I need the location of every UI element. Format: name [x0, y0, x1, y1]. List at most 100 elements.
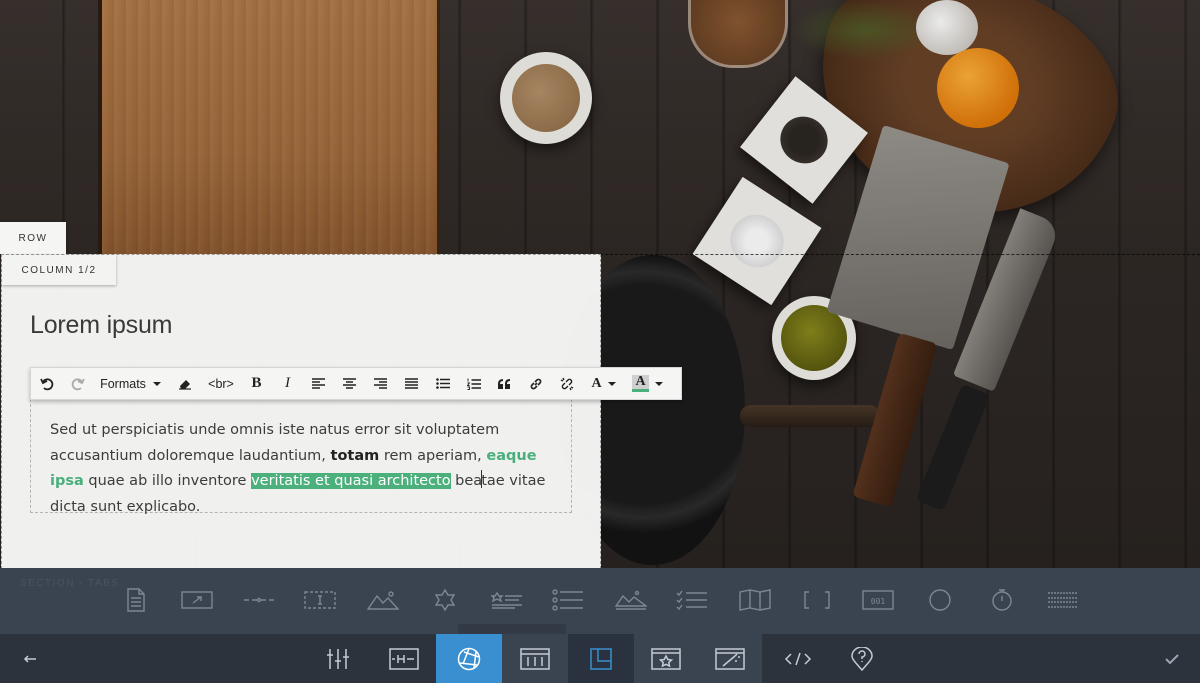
- checklist-icon: [676, 590, 707, 610]
- document-icon: [127, 588, 145, 612]
- landscape-icon: [615, 590, 647, 610]
- link-icon: [530, 378, 541, 389]
- section-label: SECTION - TABS: [20, 578, 120, 589]
- paragraph-segment: rem aperiam,: [379, 447, 487, 464]
- row-tab[interactable]: ROW: [0, 222, 66, 254]
- text-color-button[interactable]: A: [582, 368, 626, 399]
- layout-button[interactable]: [568, 634, 634, 683]
- counter-icon: 001: [862, 590, 894, 610]
- paragraph-segment: bea: [450, 473, 483, 489]
- numbered-list-icon: [466, 378, 481, 390]
- redo-button[interactable]: [62, 368, 93, 399]
- justify-button[interactable]: [396, 368, 427, 399]
- caret-down-icon: [607, 381, 616, 386]
- settings-button[interactable]: [314, 634, 362, 683]
- column-panel[interactable]: COLUMN 1/2 Lorem ipsum Sed ut perspiciat…: [1, 254, 601, 569]
- favorites-button[interactable]: [634, 634, 698, 683]
- undo-icon: [39, 377, 53, 390]
- columns-button[interactable]: [502, 634, 568, 683]
- spacer-element-button[interactable]: [303, 587, 337, 613]
- column-tab[interactable]: COLUMN 1/2: [2, 255, 116, 285]
- star-window-icon: [651, 647, 681, 670]
- header-button[interactable]: [376, 634, 432, 683]
- circle-progress-icon: [929, 589, 951, 611]
- element-picker: SECTION - TABS 001: [0, 568, 1200, 634]
- bold-button[interactable]: B: [241, 368, 272, 399]
- page-heading[interactable]: Lorem ipsum: [30, 311, 172, 340]
- design-button[interactable]: [436, 634, 502, 683]
- help-marker-icon: [851, 646, 873, 671]
- caret-down-icon: [152, 381, 161, 386]
- confirm-button[interactable]: [1152, 634, 1192, 683]
- list-element-button[interactable]: [551, 587, 585, 613]
- progress-circle-element-button[interactable]: [923, 587, 957, 613]
- formats-label: Formats: [100, 376, 146, 391]
- align-center-icon: [343, 378, 356, 389]
- eraser-icon: [179, 379, 191, 390]
- line-break-button[interactable]: <br>: [201, 368, 241, 399]
- divider-element-button[interactable]: [242, 587, 276, 613]
- table-element-button[interactable]: [1046, 587, 1080, 613]
- row-boundary: [600, 254, 1200, 255]
- spacer-icon: [304, 591, 336, 609]
- clock-icon: [992, 589, 1012, 611]
- formatting-toolbar: Formats <br> B I A A: [30, 367, 682, 400]
- blockquote-button[interactable]: [489, 368, 520, 399]
- insert-link-button[interactable]: [520, 368, 551, 399]
- undo-button[interactable]: [31, 368, 62, 399]
- countdown-element-button[interactable]: [985, 587, 1019, 613]
- align-right-button[interactable]: [365, 368, 396, 399]
- back-button[interactable]: [10, 634, 50, 683]
- checkmark-icon: [1165, 653, 1179, 664]
- clear-formatting-button[interactable]: [169, 368, 201, 399]
- arrow-left-icon: [23, 654, 36, 663]
- align-left-button[interactable]: [303, 368, 334, 399]
- bullet-list-button[interactable]: [427, 368, 458, 399]
- quote-icon: [498, 378, 510, 389]
- help-button[interactable]: [836, 634, 888, 683]
- bullet-list-icon: [435, 378, 450, 389]
- brackets-icon: [804, 591, 830, 609]
- text-color-label: A: [591, 375, 602, 391]
- divider-icon: [244, 597, 274, 603]
- text-block[interactable]: Sed ut perspiciatis unde omnis iste natu…: [30, 399, 572, 515]
- star-badge-icon: [434, 588, 456, 612]
- image-gallery-element-button[interactable]: [614, 587, 648, 613]
- icon-element-button[interactable]: [428, 587, 462, 613]
- custom-css-button[interactable]: [698, 634, 762, 683]
- list-icon: [552, 589, 583, 611]
- align-right-icon: [374, 378, 387, 389]
- heading-element-button[interactable]: [490, 587, 524, 613]
- magic-window-icon: [715, 647, 745, 670]
- map-element-button[interactable]: [738, 587, 772, 613]
- numbered-list-button[interactable]: [458, 368, 489, 399]
- checklist-element-button[interactable]: [675, 587, 709, 613]
- background-color-label: A: [632, 375, 649, 392]
- remove-link-button[interactable]: [551, 368, 582, 399]
- unlink-icon: [560, 377, 573, 390]
- align-left-icon: [312, 378, 325, 389]
- image-element-button[interactable]: [180, 587, 214, 613]
- gallery-element-button[interactable]: [366, 587, 400, 613]
- background-color-button[interactable]: A: [626, 368, 670, 399]
- formats-dropdown[interactable]: Formats: [93, 368, 169, 399]
- columns-icon: [520, 647, 550, 670]
- counter-text: 001: [871, 597, 886, 606]
- code-icon: [784, 652, 812, 665]
- selected-text: veritatis et quasi architecto: [251, 473, 451, 489]
- layout-icon: [590, 647, 612, 670]
- paragraph-segment: quae ab illo inventore: [83, 473, 252, 489]
- align-center-button[interactable]: [334, 368, 365, 399]
- paragraph-text[interactable]: Sed ut perspiciatis unde omnis iste natu…: [50, 418, 555, 520]
- italic-button[interactable]: I: [272, 368, 303, 399]
- shortcode-element-button[interactable]: [800, 587, 834, 613]
- counter-element-button[interactable]: 001: [861, 587, 895, 613]
- code-button[interactable]: [770, 634, 826, 683]
- justify-icon: [405, 378, 418, 389]
- active-tab-indicator: [458, 624, 566, 634]
- text-element-button[interactable]: [119, 587, 153, 613]
- mountain-icon: [367, 591, 399, 610]
- caret-down-icon: [654, 381, 663, 386]
- sliders-icon: [327, 648, 349, 669]
- redo-icon: [71, 377, 85, 390]
